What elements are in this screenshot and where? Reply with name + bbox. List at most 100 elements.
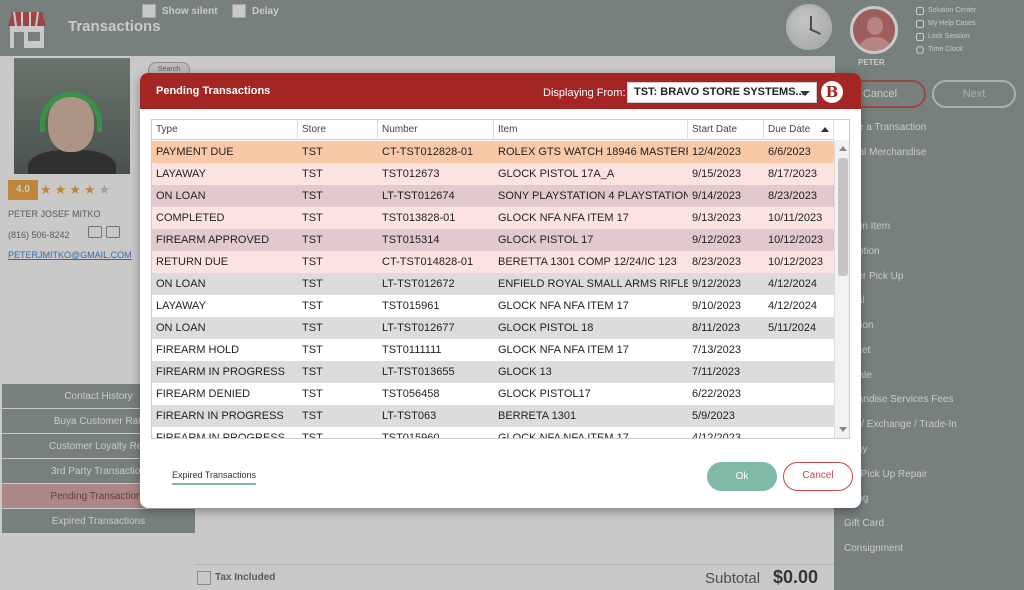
cell-store: TST bbox=[302, 344, 323, 356]
scroll-down-icon[interactable] bbox=[839, 427, 847, 432]
cell-number: TST015960 bbox=[382, 432, 440, 439]
cell-number: CT-TST014828-01 bbox=[382, 256, 474, 268]
table-row[interactable]: FIREARM IN PROGRESS TST TST015960 GLOCK NFA… bbox=[152, 427, 834, 439]
cell-number: LT-TST013655 bbox=[382, 366, 455, 378]
cell-start: 12/4/2023 bbox=[692, 146, 741, 158]
column-store[interactable]: Store bbox=[298, 120, 378, 140]
cell-due: 10/12/2023 bbox=[768, 234, 824, 246]
cell-number: LT-TST012677 bbox=[382, 322, 455, 334]
cell-store: TST bbox=[302, 410, 323, 422]
cell-item: GLOCK PISTOL 17A_A bbox=[498, 168, 615, 180]
table-row[interactable]: RETURN DUE TST CT-TST014828-01 BERETTA 1301… bbox=[152, 251, 834, 273]
chevron-down-icon bbox=[800, 91, 810, 96]
cell-start: 7/11/2023 bbox=[692, 366, 741, 378]
table-row[interactable]: ON LOAN TST LT-TST012672 ENFIELD ROYAL SMAL… bbox=[152, 273, 834, 295]
cell-type: FIREARN IN PROGRESS bbox=[156, 410, 284, 422]
cell-item: GLOCK PISTOL 18 bbox=[498, 322, 594, 334]
cell-due: 5/11/2024 bbox=[768, 322, 817, 334]
cell-item: GLOCK NFA NFA ITEM 17 bbox=[498, 432, 629, 439]
table-scrollbar[interactable] bbox=[834, 140, 849, 438]
cell-start: 9/10/2023 bbox=[692, 300, 741, 312]
column-item[interactable]: Item bbox=[494, 120, 688, 140]
cell-store: TST bbox=[302, 146, 323, 158]
store-select-value: TST: BRAVO STORE SYSTEMS... bbox=[634, 86, 805, 98]
cell-store: TST bbox=[302, 278, 323, 290]
table-row[interactable]: LAYAWAY TST TST015961 GLOCK NFA NFA ITEM 17… bbox=[152, 295, 834, 317]
cell-store: TST bbox=[302, 190, 323, 202]
cell-due: 4/12/2024 bbox=[768, 278, 817, 290]
cell-type: RETURN DUE bbox=[156, 256, 229, 268]
table-row[interactable]: FIREARN IN PROGRESS TST LT-TST063 BERRETA 1… bbox=[152, 405, 834, 427]
cell-item: GLOCK 13 bbox=[498, 366, 552, 378]
cell-start: 9/12/2023 bbox=[692, 234, 741, 246]
cell-due: 10/11/2023 bbox=[768, 212, 823, 224]
cell-number: TST012673 bbox=[382, 168, 440, 180]
sort-ascending-icon bbox=[821, 127, 829, 132]
cell-due bbox=[764, 361, 834, 383]
cell-type: FIREARM HOLD bbox=[156, 344, 240, 356]
cell-type: FIREARM IN PROGRESS bbox=[156, 366, 285, 378]
cell-due: 8/23/2023 bbox=[768, 190, 817, 202]
cell-type: FIREARM IN PROGRESS bbox=[156, 432, 285, 439]
cell-start: 8/11/2023 bbox=[692, 322, 741, 334]
cell-type: ON LOAN bbox=[156, 190, 206, 202]
table-row[interactable]: PAYMENT DUE TST CT-TST012828-01 ROLEX GTS W… bbox=[152, 141, 834, 163]
cancel-button[interactable]: Cancel bbox=[783, 462, 853, 491]
dialog-title: Pending Transactions bbox=[156, 85, 271, 97]
cell-store: TST bbox=[302, 388, 323, 400]
cell-type: PAYMENT DUE bbox=[156, 146, 234, 158]
cell-type: FIREARM DENIED bbox=[156, 388, 251, 400]
cell-due: 8/17/2023 bbox=[768, 168, 817, 180]
table-row[interactable]: COMPLETED TST TST013828-01 GLOCK NFA NFA IT… bbox=[152, 207, 834, 229]
cell-start: 9/14/2023 bbox=[692, 190, 741, 202]
cell-number: TST0111111 bbox=[382, 344, 442, 356]
expired-transactions-link[interactable]: Expired Transactions bbox=[172, 470, 257, 485]
table-row[interactable]: FIREARM HOLD TST TST0111111 GLOCK NFA NFA I… bbox=[152, 339, 834, 361]
cell-store: TST bbox=[302, 212, 323, 224]
table-row[interactable]: LAYAWAY TST TST012673 GLOCK PISTOL 17A_A 9/1… bbox=[152, 163, 834, 185]
cell-type: FIREARM APPROVED bbox=[156, 234, 270, 246]
cell-due bbox=[764, 405, 834, 427]
cell-start: 9/12/2023 bbox=[692, 278, 741, 290]
table-row[interactable]: ON LOAN TST LT-TST012674 SONY PLAYSTATION 4… bbox=[152, 185, 834, 207]
table-row[interactable]: ON LOAN TST LT-TST012677 GLOCK PISTOL 18 8/1… bbox=[152, 317, 834, 339]
cell-type: LAYAWAY bbox=[156, 300, 206, 312]
dialog-header: Pending Transactions Displaying From: TS… bbox=[140, 73, 861, 109]
cell-due bbox=[764, 427, 834, 438]
cell-number: TST013828-01 bbox=[382, 212, 456, 224]
cell-start: 6/22/2023 bbox=[692, 388, 741, 400]
column-start-date[interactable]: Start Date bbox=[688, 120, 764, 140]
table-row[interactable]: FIREARM APPROVED TST TST015314 GLOCK PISTOL… bbox=[152, 229, 834, 251]
column-type[interactable]: Type bbox=[152, 120, 298, 140]
store-select[interactable]: TST: BRAVO STORE SYSTEMS... bbox=[627, 82, 817, 103]
cell-start: 8/23/2023 bbox=[692, 256, 741, 268]
cell-due: 10/12/2023 bbox=[768, 256, 824, 268]
table-row[interactable]: FIREARM DENIED TST TST056458 GLOCK PISTOL17… bbox=[152, 383, 834, 405]
table-row[interactable]: FIREARM IN PROGRESS TST LT-TST013655 GLOCK … bbox=[152, 361, 834, 383]
column-number[interactable]: Number bbox=[378, 120, 494, 140]
cell-due: 4/12/2024 bbox=[768, 300, 817, 312]
scroll-up-icon[interactable] bbox=[839, 146, 847, 151]
bravo-logo: B bbox=[821, 81, 843, 103]
cell-type: COMPLETED bbox=[156, 212, 225, 224]
cell-item: SONY PLAYSTATION 4 PLAYSTATION 4 bbox=[498, 190, 688, 202]
cell-store: TST bbox=[302, 234, 323, 246]
cell-store: TST bbox=[302, 322, 323, 334]
cell-store: TST bbox=[302, 366, 323, 378]
cell-item: GLOCK NFA NFA ITEM 17 bbox=[498, 300, 629, 312]
cell-store: TST bbox=[302, 300, 323, 312]
cell-type: ON LOAN bbox=[156, 278, 206, 290]
cell-store: TST bbox=[302, 432, 323, 439]
cell-number: CT-TST012828-01 bbox=[382, 146, 474, 158]
displaying-from-label: Displaying From: bbox=[543, 87, 626, 99]
cell-start: 9/13/2023 bbox=[692, 212, 741, 224]
scroll-thumb[interactable] bbox=[838, 158, 848, 276]
pending-transactions-dialog: Pending Transactions Displaying From: TS… bbox=[140, 73, 861, 508]
cell-number: TST015961 bbox=[382, 300, 440, 312]
cell-start: 9/15/2023 bbox=[692, 168, 741, 180]
cell-type: LAYAWAY bbox=[156, 168, 206, 180]
cell-start: 4/12/2023 bbox=[692, 432, 741, 439]
cell-number: LT-TST063 bbox=[382, 410, 437, 422]
column-due-date[interactable]: Due Date bbox=[764, 120, 834, 140]
ok-button[interactable]: Ok bbox=[707, 462, 777, 491]
